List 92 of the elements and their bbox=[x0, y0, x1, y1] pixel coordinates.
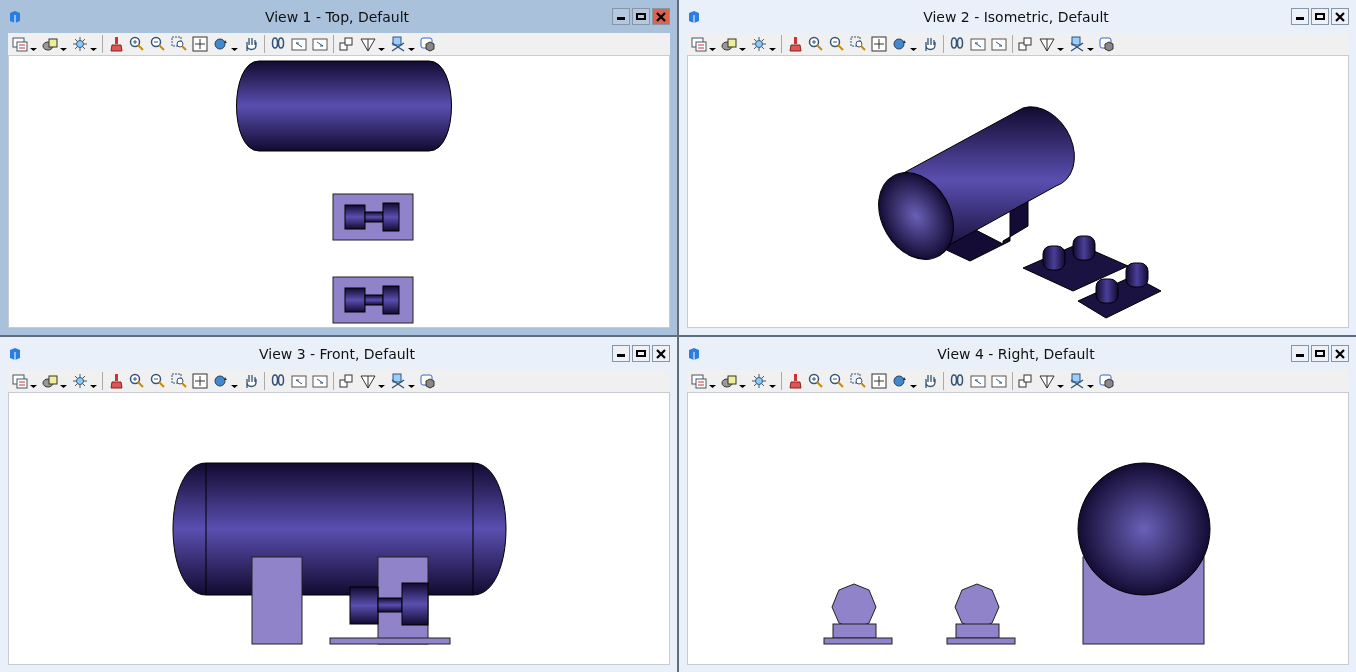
sun-icon[interactable] bbox=[751, 36, 767, 52]
clip-cut-icon[interactable] bbox=[1069, 373, 1085, 389]
copy-view-icon[interactable] bbox=[339, 373, 355, 389]
minimize-button[interactable] bbox=[612, 8, 630, 25]
zoom-out-icon[interactable] bbox=[150, 36, 166, 52]
paintbrush-icon[interactable] bbox=[787, 373, 803, 389]
footprints-icon[interactable] bbox=[949, 373, 965, 389]
close-button[interactable] bbox=[1331, 345, 1349, 362]
close-button[interactable] bbox=[652, 8, 670, 25]
cube-view-icon[interactable] bbox=[420, 36, 436, 52]
clip-cut-icon[interactable] bbox=[1069, 36, 1085, 52]
window-title: View 3 - Front, Default bbox=[258, 345, 416, 362]
footprints-icon[interactable] bbox=[949, 36, 965, 52]
cube-view-icon[interactable] bbox=[420, 373, 436, 389]
paintbrush-icon[interactable] bbox=[108, 36, 124, 52]
shapes-icon[interactable] bbox=[721, 373, 737, 389]
zoom-in-icon[interactable] bbox=[808, 373, 824, 389]
zoom-in-icon[interactable] bbox=[129, 36, 145, 52]
paintbrush-icon[interactable] bbox=[108, 373, 124, 389]
window-area-icon[interactable] bbox=[850, 36, 866, 52]
window-area-icon[interactable] bbox=[171, 36, 187, 52]
fit-view-icon[interactable] bbox=[871, 373, 887, 389]
next-view-icon[interactable] bbox=[991, 36, 1007, 52]
clip-volume-icon[interactable] bbox=[360, 373, 376, 389]
app-cube-icon[interactable] bbox=[687, 9, 701, 24]
maximize-button[interactable] bbox=[632, 345, 650, 362]
fit-view-icon[interactable] bbox=[192, 36, 208, 52]
rotate-icon[interactable] bbox=[213, 36, 229, 52]
app-cube-icon[interactable] bbox=[687, 346, 701, 361]
previous-view-icon[interactable] bbox=[970, 373, 986, 389]
pump-drawing bbox=[946, 583, 1016, 645]
clip-volume-icon[interactable] bbox=[1039, 36, 1055, 52]
copy-view-icon[interactable] bbox=[339, 36, 355, 52]
close-icon[interactable] bbox=[1335, 11, 1345, 22]
zoom-out-icon[interactable] bbox=[150, 373, 166, 389]
clip-volume-icon[interactable] bbox=[360, 36, 376, 52]
pump-drawing bbox=[823, 583, 893, 645]
next-view-icon[interactable] bbox=[312, 373, 328, 389]
cube-view-icon[interactable] bbox=[1099, 373, 1115, 389]
minimize-button[interactable] bbox=[1291, 8, 1309, 25]
hand-icon[interactable] bbox=[243, 373, 259, 389]
paintbrush-icon[interactable] bbox=[787, 36, 803, 52]
previous-view-icon[interactable] bbox=[970, 36, 986, 52]
window-title: View 1 - Top, Default bbox=[263, 8, 411, 25]
footprints-icon[interactable] bbox=[270, 373, 286, 389]
shapes-icon[interactable] bbox=[721, 36, 737, 52]
hand-icon[interactable] bbox=[243, 36, 259, 52]
previous-view-icon[interactable] bbox=[291, 36, 307, 52]
hand-icon[interactable] bbox=[922, 36, 938, 52]
view-display-icon[interactable] bbox=[691, 373, 707, 389]
window-area-icon[interactable] bbox=[850, 373, 866, 389]
footprints-icon[interactable] bbox=[270, 36, 286, 52]
window-title: View 4 - Right, Default bbox=[936, 345, 1096, 362]
maximize-button[interactable] bbox=[1311, 345, 1329, 362]
close-icon[interactable] bbox=[656, 348, 666, 359]
maximize-button[interactable] bbox=[1311, 8, 1329, 25]
fit-view-icon[interactable] bbox=[192, 373, 208, 389]
sun-icon[interactable] bbox=[72, 373, 88, 389]
zoom-out-icon[interactable] bbox=[829, 373, 845, 389]
shapes-icon[interactable] bbox=[42, 36, 58, 52]
cube-view-icon[interactable] bbox=[1099, 36, 1115, 52]
copy-view-icon[interactable] bbox=[1018, 373, 1034, 389]
close-button[interactable] bbox=[1331, 8, 1349, 25]
close-icon[interactable] bbox=[1335, 348, 1345, 359]
minimize-button[interactable] bbox=[612, 345, 630, 362]
rotate-icon[interactable] bbox=[213, 373, 229, 389]
sun-icon[interactable] bbox=[751, 373, 767, 389]
maximize-button[interactable] bbox=[632, 8, 650, 25]
sun-icon[interactable] bbox=[72, 36, 88, 52]
hand-icon[interactable] bbox=[922, 373, 938, 389]
next-view-icon[interactable] bbox=[312, 36, 328, 52]
rotate-icon[interactable] bbox=[892, 373, 908, 389]
previous-view-icon[interactable] bbox=[291, 373, 307, 389]
clip-cut-icon[interactable] bbox=[390, 373, 406, 389]
close-button[interactable] bbox=[652, 345, 670, 362]
view-display-icon[interactable] bbox=[691, 36, 707, 52]
clip-volume-icon[interactable] bbox=[1039, 373, 1055, 389]
shapes-icon[interactable] bbox=[42, 373, 58, 389]
copy-view-icon[interactable] bbox=[1018, 36, 1034, 52]
rotate-icon[interactable] bbox=[892, 36, 908, 52]
window-area-icon[interactable] bbox=[171, 373, 187, 389]
window-title: View 2 - Isometric, Default bbox=[922, 8, 1110, 25]
zoom-in-icon[interactable] bbox=[129, 373, 145, 389]
view-display-icon[interactable] bbox=[12, 36, 28, 52]
next-view-icon[interactable] bbox=[991, 373, 1007, 389]
view-display-icon[interactable] bbox=[12, 373, 28, 389]
minimize-button[interactable] bbox=[1291, 345, 1309, 362]
app-cube-icon[interactable] bbox=[8, 346, 22, 361]
zoom-in-icon[interactable] bbox=[808, 36, 824, 52]
clip-cut-icon[interactable] bbox=[390, 36, 406, 52]
fit-view-icon[interactable] bbox=[871, 36, 887, 52]
zoom-out-icon[interactable] bbox=[829, 36, 845, 52]
